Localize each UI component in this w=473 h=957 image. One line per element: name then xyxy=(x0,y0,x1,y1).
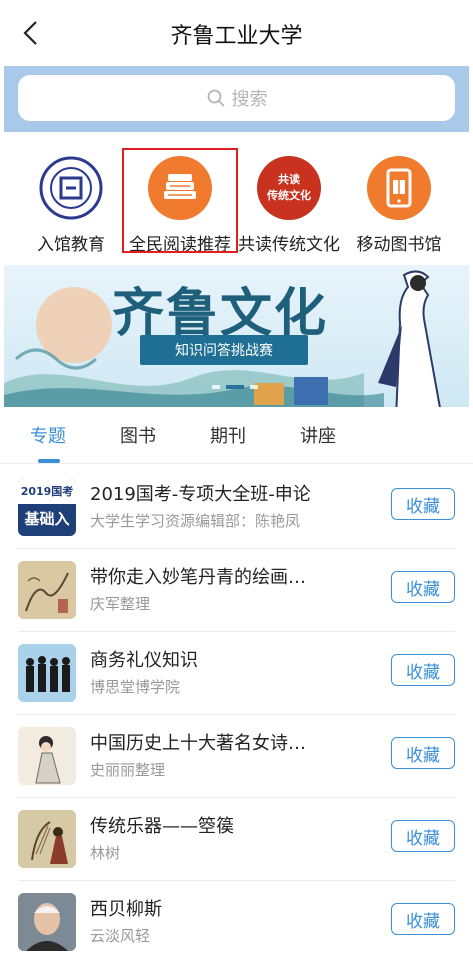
tab-lectures[interactable]: 讲座 xyxy=(300,422,336,448)
list-item[interactable]: 西贝柳斯 云淡风轻 收藏 xyxy=(18,881,455,957)
thumbnail xyxy=(18,644,76,702)
quick-item-mobile-library[interactable]: 移动图书馆 xyxy=(340,150,458,255)
favorite-button[interactable]: 收藏 xyxy=(391,903,455,935)
item-author: 林树 xyxy=(90,844,121,862)
mobile-library-icon xyxy=(367,156,431,220)
selection-highlight-box xyxy=(122,148,238,253)
topic-list: 2019国考 基础入 2019国考-专项大全班-申论 大学生学习资源编辑部：陈艳… xyxy=(0,466,473,957)
thumbnail xyxy=(18,810,76,868)
list-item[interactable]: 商务礼仪知识 博思堂博学院 收藏 xyxy=(18,632,455,715)
thumbnail xyxy=(18,893,76,951)
search-section: 搜索 xyxy=(4,66,469,132)
list-item[interactable]: 带你走入妙笔丹青的绘画… 庆军整理 收藏 xyxy=(18,549,455,632)
promo-banner[interactable]: 齐鲁文化 知识问答挑战赛 xyxy=(4,265,469,407)
item-author: 大学生学习资源编辑部：陈艳凤 xyxy=(90,512,301,530)
favorite-button[interactable]: 收藏 xyxy=(391,737,455,769)
harp-player-image xyxy=(18,810,76,868)
list-item[interactable]: 传统乐器——箜篌 林树 收藏 xyxy=(18,798,455,881)
item-author: 庆军整理 xyxy=(90,595,151,613)
carousel-indicator xyxy=(212,385,258,389)
favorite-button[interactable]: 收藏 xyxy=(391,571,455,603)
thumbnail xyxy=(18,727,76,785)
item-title: 2019国考-专项大全班-申论 xyxy=(90,484,311,505)
university-seal-icon xyxy=(39,156,103,220)
thumbnail-caption: 2019国考 xyxy=(18,478,76,504)
item-author: 博思堂博学院 xyxy=(90,678,181,696)
search-input[interactable]: 搜索 xyxy=(18,75,455,121)
traditional-culture-badge-icon: 共读 传统文化 xyxy=(257,156,321,220)
item-title: 传统乐器——箜篌 xyxy=(90,816,234,837)
category-tabs: 专题 图书 期刊 讲座 xyxy=(0,412,473,464)
painting-image xyxy=(18,561,76,619)
carousel-dot xyxy=(250,385,258,389)
search-icon xyxy=(207,89,225,107)
item-title: 带你走入妙笔丹青的绘画… xyxy=(90,567,306,588)
page-title: 齐鲁工业大学 xyxy=(170,24,303,49)
quick-item-label: 共读传统文化 xyxy=(238,235,340,255)
thumbnail xyxy=(18,561,76,619)
tab-journals[interactable]: 期刊 xyxy=(210,422,246,448)
quick-item-label: 移动图书馆 xyxy=(356,235,442,255)
business-people-image xyxy=(18,644,76,702)
carousel-dot-active xyxy=(226,385,244,389)
item-title: 中国历史上十大著名女诗… xyxy=(90,733,306,754)
poet-portrait-image xyxy=(18,727,76,785)
thumbnail-caption: 基础入 xyxy=(24,510,70,528)
item-author: 史丽丽整理 xyxy=(90,761,166,779)
quick-item-orientation[interactable]: 入馆教育 xyxy=(12,150,130,255)
search-placeholder: 搜索 xyxy=(231,89,268,110)
composer-portrait-image xyxy=(18,893,76,951)
favorite-button[interactable]: 收藏 xyxy=(391,654,455,686)
list-item[interactable]: 中国历史上十大著名女诗… 史丽丽整理 收藏 xyxy=(18,715,455,798)
banner-subtitle: 知识问答挑战赛 xyxy=(140,335,308,365)
quick-item-traditional-culture[interactable]: 共读 传统文化 共读传统文化 xyxy=(230,150,348,255)
tab-topics[interactable]: 专题 xyxy=(30,422,66,448)
favorite-button[interactable]: 收藏 xyxy=(391,820,455,852)
item-title: 商务礼仪知识 xyxy=(90,650,198,671)
list-item[interactable]: 2019国考 基础入 2019国考-专项大全班-申论 大学生学习资源编辑部：陈艳… xyxy=(18,466,455,549)
favorite-button[interactable]: 收藏 xyxy=(391,488,455,520)
quick-item-label: 入馆教育 xyxy=(37,235,105,255)
item-author: 云淡风轻 xyxy=(90,927,151,945)
tab-books[interactable]: 图书 xyxy=(120,422,156,448)
active-tab-indicator xyxy=(38,459,60,463)
thumbnail: 2019国考 基础入 xyxy=(18,478,76,536)
top-bar: 齐鲁工业大学 xyxy=(0,0,473,66)
carousel-dot xyxy=(212,385,220,389)
item-title: 西贝柳斯 xyxy=(90,899,162,920)
